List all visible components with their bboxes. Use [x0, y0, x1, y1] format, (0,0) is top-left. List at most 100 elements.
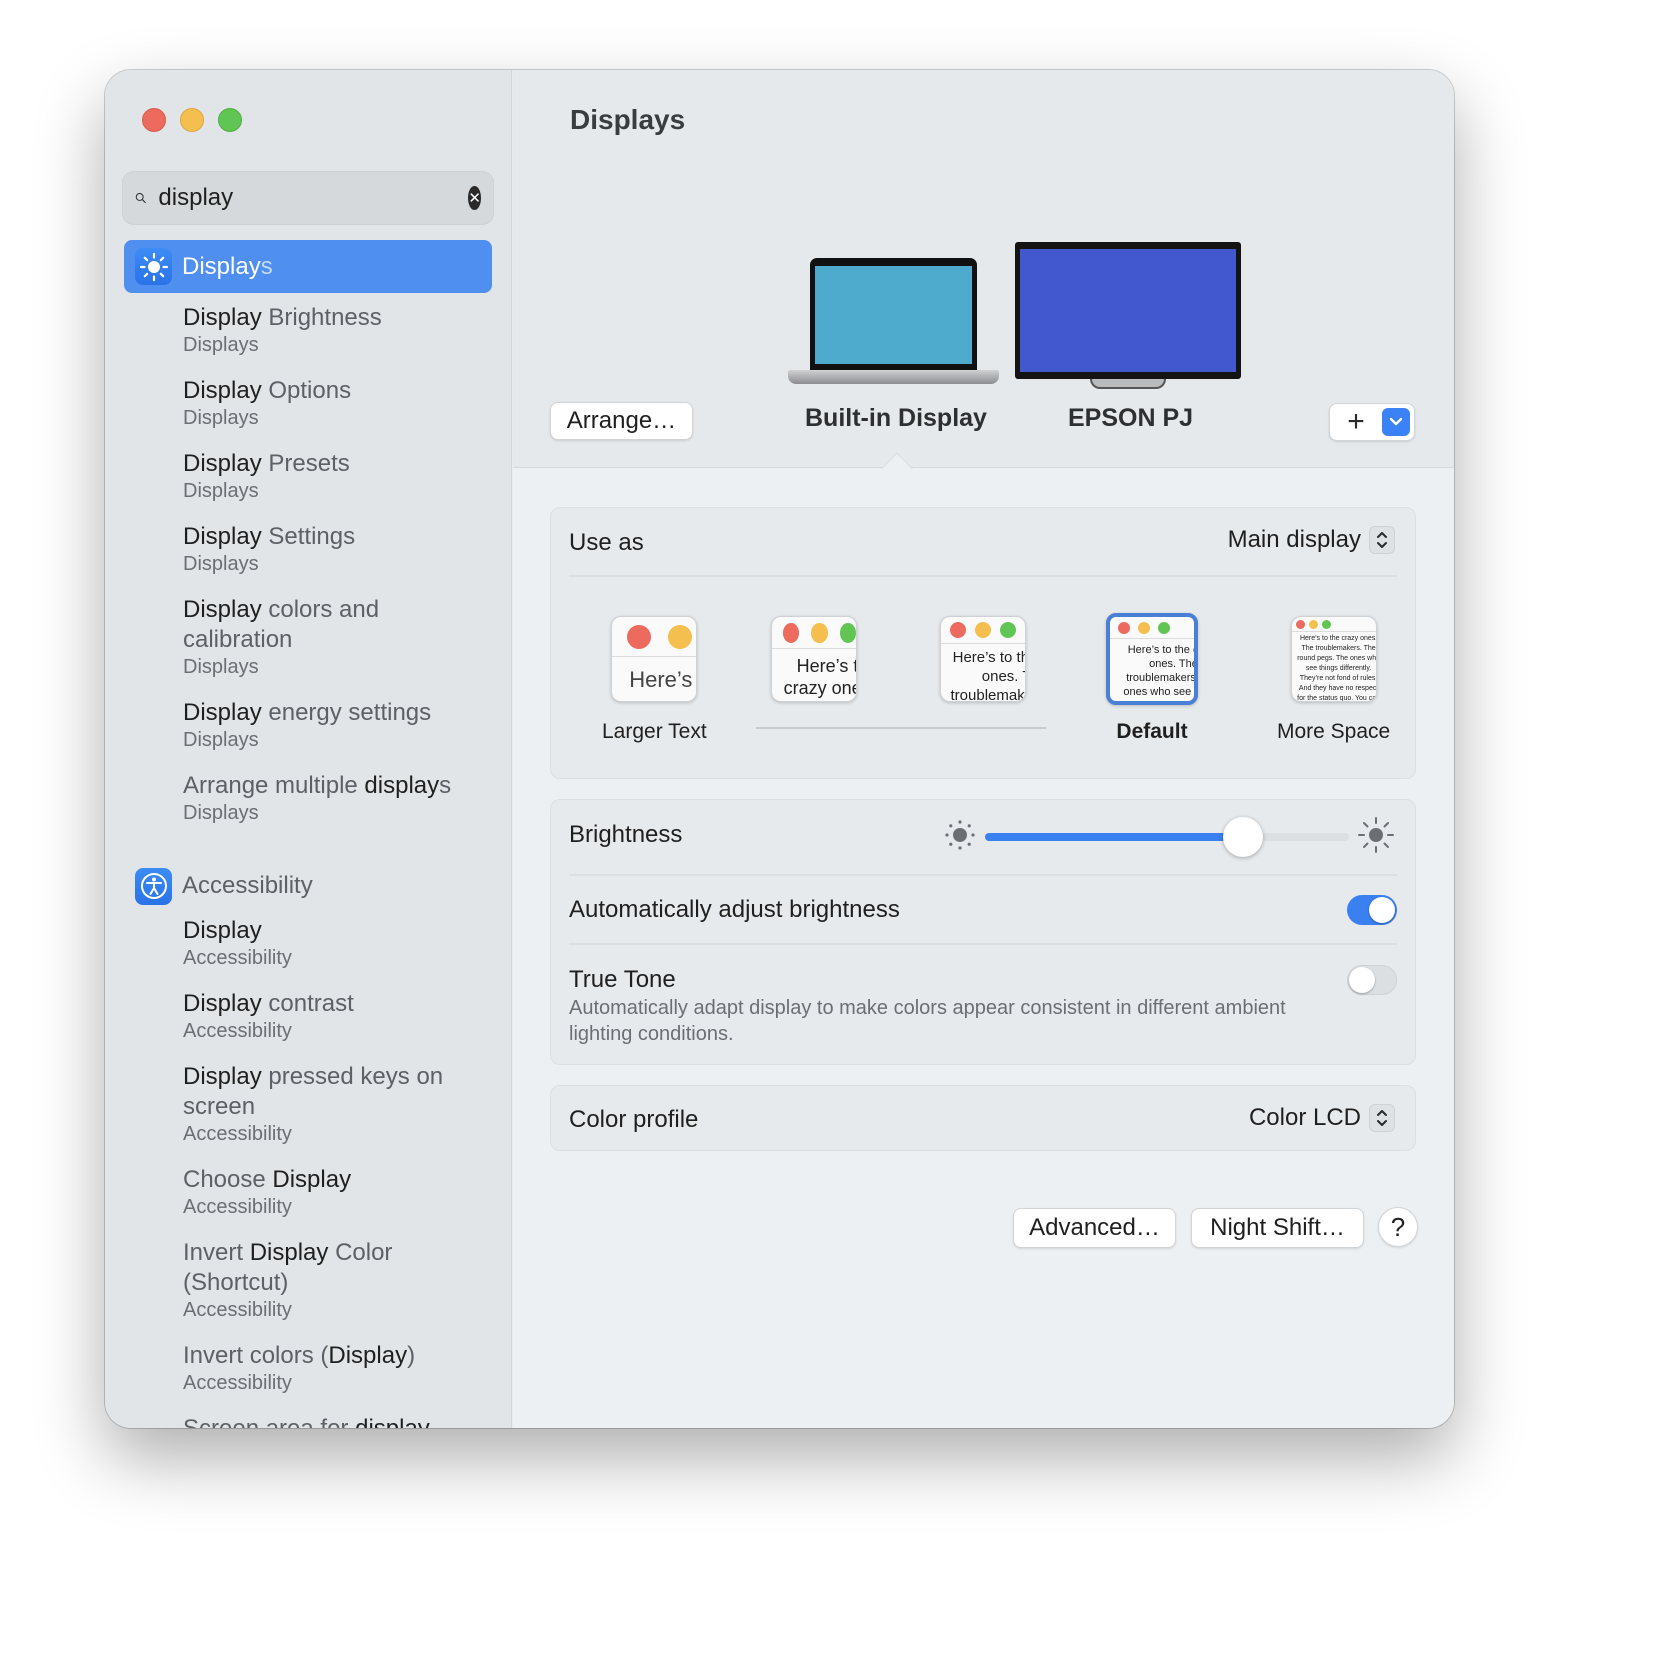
brightness-slider-knob[interactable]	[1223, 817, 1264, 857]
resolution-option-3[interactable]: Here’s to the crazy ones. The troublemak…	[940, 616, 1026, 702]
search-result-item[interactable]: Display colors and calibration Displays	[105, 585, 511, 688]
monitor-screen-icon	[1020, 249, 1236, 372]
result-category: Accessibility	[183, 1196, 292, 1218]
arrange-button[interactable]: Arrange…	[550, 402, 693, 440]
display-name-builtin[interactable]: Built-in Display	[805, 404, 987, 433]
result-category: Displays	[183, 656, 259, 678]
resolution-option-2[interactable]: Here’s to the crazy ones. The troublemak…	[771, 616, 857, 702]
result-title: Choose Display	[183, 1166, 352, 1193]
search-result-item[interactable]: Display Accessibility	[105, 906, 511, 979]
result-title: Invert colors (Display)	[183, 1342, 416, 1369]
brightness-high-icon	[1358, 817, 1394, 853]
result-category: Accessibility	[183, 1372, 292, 1394]
auto-brightness-toggle[interactable]	[1347, 895, 1397, 925]
auto-brightness-label: Automatically adjust brightness	[569, 896, 900, 923]
search-result-item[interactable]: Display Brightness Displays	[105, 293, 511, 366]
brightness-slider[interactable]	[985, 817, 1349, 857]
brightness-low-icon	[945, 820, 975, 850]
result-title: Display Settings	[183, 523, 356, 550]
true-tone-description: Automatically adapt display to make colo…	[569, 997, 1286, 1045]
use-as-label: Use as	[569, 529, 644, 556]
category-label: Accessibility	[182, 872, 313, 899]
resolution-thumbnail: Here’s to the crazy ones. The troublemak…	[1290, 616, 1377, 702]
displays-results-list: Display Brightness Displays Display Option…	[105, 293, 511, 834]
resolution-thumbnail-selected: Here’s to the crazy ones. The troublemak…	[1106, 613, 1198, 705]
color-profile-card: Color profile Color LCD	[550, 1085, 1416, 1151]
search-result-item[interactable]: Arrange multiple displays Displays	[105, 761, 511, 834]
resolution-label: Default	[1116, 720, 1188, 743]
result-category: Displays	[183, 407, 259, 429]
search-input[interactable]	[158, 184, 469, 212]
divider	[569, 943, 1397, 945]
resolution-track	[756, 727, 1046, 729]
search-result-item[interactable]: Display contrast Accessibility	[105, 979, 511, 1052]
close-button[interactable]	[142, 108, 166, 132]
resolution-thumbnail: Here’s to the crazy ones. The troublemak…	[940, 616, 1026, 702]
result-title: Display Brightness	[183, 304, 382, 331]
use-as-select[interactable]: Main display	[1228, 526, 1395, 554]
search-result-item[interactable]: Display energy settings Displays	[105, 688, 511, 761]
search-result-item[interactable]: Screen area for display	[105, 1404, 511, 1428]
add-display-control[interactable]: +	[1329, 403, 1415, 441]
result-title: Display Presets	[183, 450, 350, 477]
true-tone-label: True Tone	[569, 966, 676, 993]
display-epson[interactable]	[1015, 242, 1241, 389]
maximize-button[interactable]	[218, 108, 242, 132]
result-title: Display energy settings	[183, 699, 432, 726]
resolution-label: Larger Text	[602, 720, 707, 743]
search-field[interactable]: ✕	[122, 171, 494, 225]
result-category: Displays	[183, 334, 259, 356]
up-down-chevron-icon	[1369, 1104, 1395, 1132]
search-result-item[interactable]: Display Settings Displays	[105, 512, 511, 585]
true-tone-toggle[interactable]	[1347, 965, 1397, 995]
result-category: Accessibility	[183, 1020, 292, 1042]
minimize-button[interactable]	[180, 108, 204, 132]
color-profile-select[interactable]: Color LCD	[1249, 1104, 1395, 1132]
night-shift-button[interactable]: Night Shift…	[1191, 1208, 1364, 1248]
result-category: Accessibility	[183, 1123, 292, 1145]
resolution-option-more-space[interactable]: Here’s to the crazy ones. The troublemak…	[1277, 616, 1390, 744]
result-category: Accessibility	[183, 1299, 292, 1321]
result-category: Accessibility	[183, 947, 292, 969]
color-profile-value: Color LCD	[1248, 1104, 1361, 1131]
search-result-item[interactable]: Display pressed keys on screen Accessibil…	[105, 1052, 511, 1155]
page-title: Displays	[570, 104, 686, 135]
resolution-thumbnail: Here’s	[611, 616, 698, 702]
category-accessibility[interactable]: Accessibility	[105, 866, 511, 906]
search-result-item[interactable]: Display Presets Displays	[105, 439, 511, 512]
sidebar-item-displays[interactable]: Displays	[124, 240, 492, 293]
search-result-item[interactable]: Invert Display Color (Shortcut) Accessibi…	[105, 1228, 511, 1331]
brightness-slider-fill	[985, 833, 1244, 841]
color-profile-label: Color profile	[569, 1106, 699, 1133]
help-button[interactable]: ?	[1378, 1207, 1418, 1247]
search-result-item[interactable]: Choose Display Accessibility	[105, 1155, 511, 1228]
accessibility-results-list: Display Accessibility Display contrast Acce…	[105, 906, 511, 1428]
search-icon	[135, 193, 146, 204]
display-builtin[interactable]	[788, 258, 999, 384]
resolution-option-default[interactable]: Here’s to the crazy ones. The troublemak…	[1106, 613, 1198, 744]
sidebar-item-label: Displays	[182, 252, 273, 280]
divider	[569, 575, 1397, 577]
clear-search-icon[interactable]: ✕	[468, 186, 481, 210]
laptop-screen-icon	[815, 266, 972, 364]
brightness-card: Brightness Automatically adjust brightne…	[550, 799, 1416, 1065]
resolution-thumbnail: Here’s to the crazy ones. The troublemak…	[771, 616, 857, 702]
result-title: Invert Display Color (Shortcut)	[183, 1239, 393, 1296]
search-result-item[interactable]: Invert colors (Display) Accessibility	[105, 1331, 511, 1404]
result-title: Display	[183, 917, 262, 944]
laptop-base	[788, 370, 999, 384]
display-name-epson[interactable]: EPSON PJ	[1068, 404, 1193, 433]
search-result-item[interactable]: Display Options Displays	[105, 366, 511, 439]
result-title: Display contrast	[183, 990, 354, 1017]
main-pane: Displays Arrange… Built-in Display EPSON…	[513, 70, 1454, 1428]
resolution-option-larger-text[interactable]: Here’s Larger Text	[602, 616, 707, 744]
advanced-button[interactable]: Advanced…	[1013, 1208, 1176, 1248]
display-arrangement-area: Displays Arrange… Built-in Display EPSON…	[513, 70, 1454, 468]
up-down-chevron-icon	[1369, 526, 1395, 554]
system-settings-window: ✕ Displays Display Br	[105, 70, 1454, 1428]
sun-icon	[135, 248, 172, 285]
chevron-down-icon[interactable]	[1382, 408, 1410, 436]
plus-icon[interactable]: +	[1330, 404, 1382, 440]
selected-display-pointer	[881, 453, 913, 469]
accessibility-icon	[135, 867, 172, 905]
